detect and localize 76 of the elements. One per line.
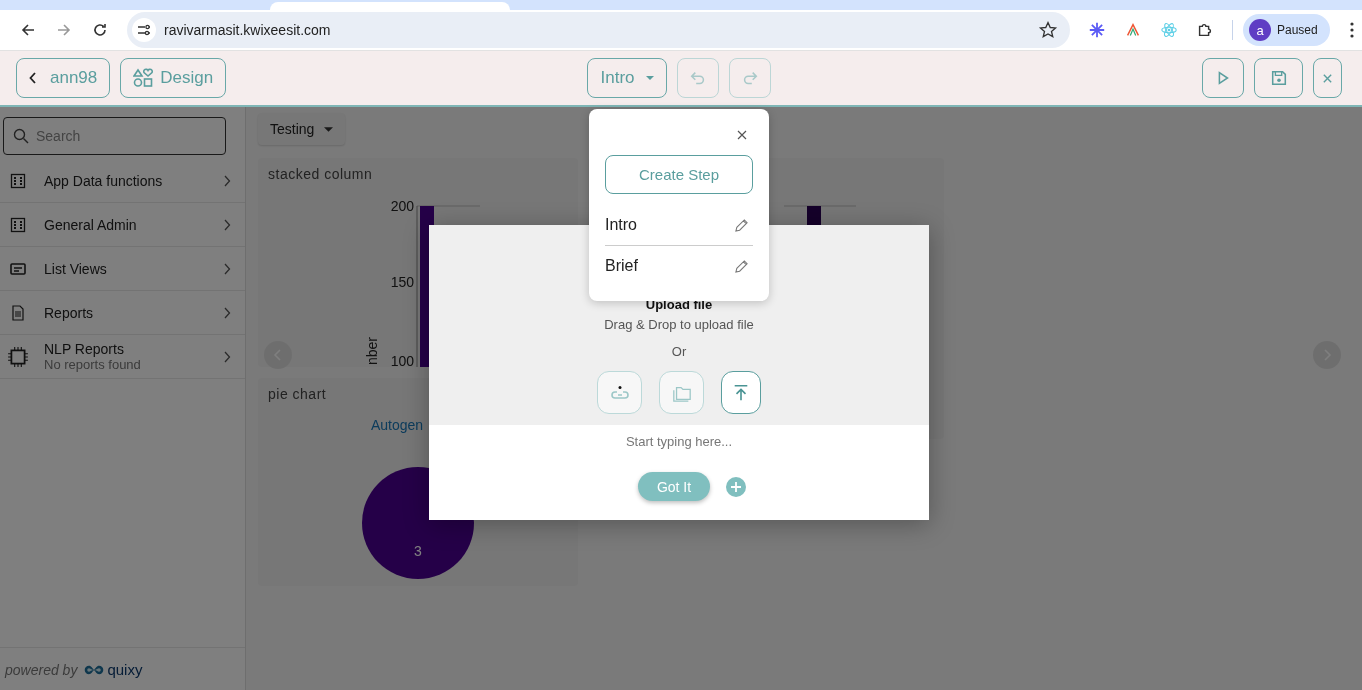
step-item[interactable]: Brief <box>605 246 753 286</box>
filter-dropdown[interactable]: Testing <box>258 113 346 145</box>
add-icon[interactable] <box>726 476 746 497</box>
url-text: ravivarmasit.kwixeesit.com <box>164 22 332 38</box>
site-settings-icon[interactable] <box>132 18 156 42</box>
text-input-field[interactable]: Start typing here... <box>527 433 831 450</box>
card-title: stacked column <box>267 165 374 184</box>
brand-name: quixy <box>107 661 143 678</box>
axis-title: nber <box>364 336 380 365</box>
grid-icon <box>10 172 26 189</box>
save-icon <box>1269 69 1288 87</box>
sidebar-item-label: Reports <box>44 304 95 321</box>
create-step-button[interactable]: Create Step <box>605 155 753 194</box>
pencil-icon[interactable] <box>734 258 749 274</box>
legend-label: Autogen <box>371 417 424 433</box>
reload-icon[interactable] <box>92 22 108 38</box>
chevron-right-icon <box>223 306 231 319</box>
design-button[interactable]: Design <box>120 58 227 98</box>
caret-icon <box>645 76 654 80</box>
close-icon <box>1322 72 1333 84</box>
separator-text: Or <box>671 344 687 359</box>
card-title: pie chart <box>267 385 328 404</box>
link-icon <box>609 383 630 402</box>
search-icon <box>13 128 29 144</box>
sidebar-item[interactable]: General Admin <box>0 203 245 247</box>
profile-button[interactable]: a Paused <box>1243 14 1330 46</box>
slice-label: 3 <box>414 543 422 559</box>
chevron-right-icon <box>223 174 231 187</box>
profile-status: Paused <box>1277 23 1318 37</box>
sidebar-item[interactable]: List Views <box>0 247 245 291</box>
close-button[interactable] <box>1313 58 1342 98</box>
sidebar-item-label: General Admin <box>44 216 138 233</box>
chevron-right-icon <box>223 218 231 231</box>
folder-button[interactable] <box>659 371 704 414</box>
more-icon[interactable] <box>1349 22 1354 38</box>
asterisk-icon[interactable] <box>1088 21 1106 39</box>
dialog-instruction: Drag & Drop to upload file <box>604 317 754 332</box>
grid-icon <box>10 216 26 233</box>
link-button[interactable] <box>597 371 642 414</box>
search-field[interactable]: Search <box>3 117 226 155</box>
chevron-left-icon <box>29 72 37 84</box>
save-button[interactable] <box>1254 58 1303 98</box>
document-icon <box>10 304 26 321</box>
undo-icon <box>688 69 707 87</box>
puzzle-icon[interactable] <box>1196 21 1214 39</box>
upload-button[interactable] <box>721 371 761 414</box>
star-icon[interactable] <box>1038 20 1058 40</box>
play-button[interactable] <box>1202 58 1244 98</box>
atom-icon[interactable] <box>1160 21 1178 39</box>
tick-label: 150 <box>390 274 414 290</box>
powered-by-text: powered by <box>5 661 78 678</box>
caret-icon <box>324 126 334 132</box>
sidebar-item-label: App Data functions <box>44 172 164 189</box>
chip-icon <box>7 345 29 368</box>
pencil-icon[interactable] <box>734 217 749 233</box>
profile-avatar: a <box>1249 19 1271 41</box>
sidebar-item-label: NLP Reports <box>44 341 125 357</box>
back-button[interactable]: ann98 <box>16 58 111 98</box>
step-dropdown[interactable]: Intro <box>587 58 667 98</box>
back-icon[interactable] <box>20 22 36 38</box>
sidebar-item[interactable]: Reports <box>0 291 245 335</box>
forward-icon[interactable] <box>56 22 72 38</box>
close-icon[interactable] <box>737 130 747 140</box>
sidebar-item[interactable]: NLP Reports No reports found <box>0 335 245 379</box>
address-bar[interactable]: ravivarmasit.kwixeesit.com <box>127 12 1070 48</box>
shapes-icon <box>133 68 154 88</box>
infinity-logo-icon <box>83 663 106 676</box>
tick-label: 100 <box>390 353 414 367</box>
sidebar-item-label: List Views <box>44 260 108 277</box>
list-card-icon <box>10 260 26 277</box>
chevron-right-icon <box>223 350 231 363</box>
chevron-right-icon <box>223 262 231 275</box>
sidebar-item[interactable]: App Data functions <box>0 159 245 203</box>
sidebar-item-subtitle: No reports found <box>44 357 142 372</box>
step-item[interactable]: Intro <box>605 205 753 246</box>
tick-label: 200 <box>390 198 414 214</box>
